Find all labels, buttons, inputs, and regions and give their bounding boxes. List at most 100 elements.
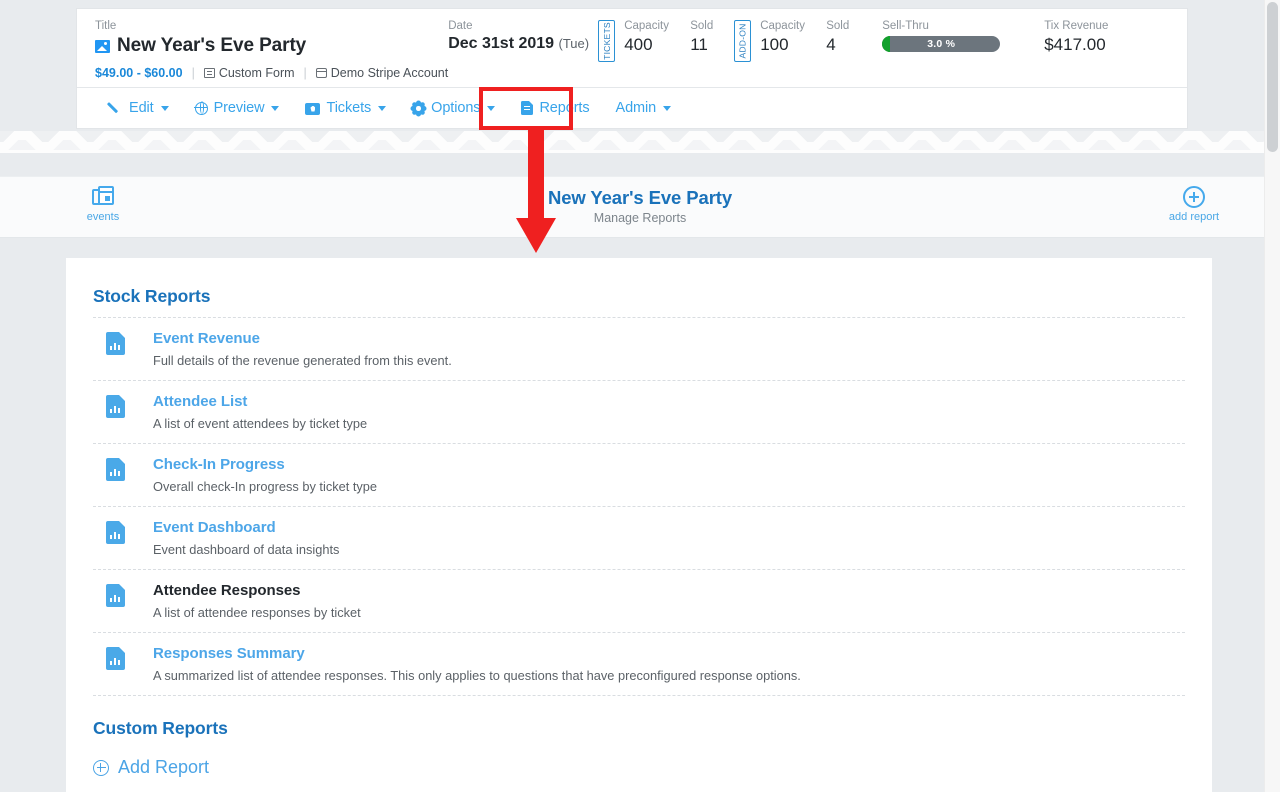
tickets-sold-label: Sold bbox=[690, 20, 714, 32]
list-item[interactable]: Event Revenue Full details of the revenu… bbox=[93, 318, 1185, 380]
menu-item-tickets-label: Tickets bbox=[326, 100, 372, 116]
report-name[interactable]: Event Dashboard bbox=[153, 519, 276, 536]
report-document-icon bbox=[106, 395, 125, 418]
report-document-icon bbox=[106, 458, 125, 481]
add-report-link[interactable]: Add Report bbox=[93, 757, 209, 778]
list-item[interactable]: Attendee Responses A list of attendee re… bbox=[93, 570, 1185, 632]
torn-paper-separator bbox=[0, 131, 1280, 153]
event-summary-row: Title New Year's Eve Party $49.00 - $60.… bbox=[77, 9, 1187, 87]
tickets-capacity-value: 400 bbox=[624, 35, 653, 54]
date-field-label: Date bbox=[448, 20, 473, 32]
event-nav-menu: Edit Preview Tickets Options Reports Adm… bbox=[77, 87, 1187, 128]
custom-form-link[interactable]: Custom Form bbox=[203, 66, 295, 80]
addon-sold-stat: Sold 4 bbox=[826, 19, 860, 55]
menu-item-options[interactable]: Options bbox=[399, 95, 508, 121]
tickets-tag: TICKETS bbox=[598, 20, 616, 62]
add-report-link-label: Add Report bbox=[118, 757, 210, 777]
report-name[interactable]: Attendee List bbox=[153, 393, 247, 410]
report-text: Attendee List A list of event attendees … bbox=[153, 393, 1185, 431]
menu-item-preview[interactable]: Preview bbox=[182, 95, 293, 121]
event-summary-card: Title New Year's Eve Party $49.00 - $60.… bbox=[76, 8, 1188, 129]
sell-thru-block: Sell-Thru 3.0 % bbox=[882, 19, 1022, 52]
divider: | bbox=[303, 66, 307, 80]
payment-account-link[interactable]: Demo Stripe Account bbox=[315, 66, 448, 80]
tickets-sold-value: 11 bbox=[690, 35, 708, 54]
chevron-down-icon bbox=[663, 105, 672, 111]
event-title: New Year's Eve Party bbox=[117, 35, 307, 56]
report-description: Full details of the revenue generated fr… bbox=[153, 353, 452, 368]
report-document-icon bbox=[106, 647, 125, 670]
report-text: Event Revenue Full details of the revenu… bbox=[153, 330, 1185, 368]
tickets-capacity-label: Capacity bbox=[624, 20, 669, 32]
list-item[interactable]: Check-In Progress Overall check-In progr… bbox=[93, 444, 1185, 506]
event-title-row: New Year's Eve Party bbox=[95, 35, 448, 57]
report-description: A summarized list of attendee responses.… bbox=[153, 668, 801, 683]
sell-thru-progress-bar: 3.0 % bbox=[882, 36, 1001, 52]
menu-item-reports-label: Reports bbox=[539, 100, 590, 116]
menu-item-edit[interactable]: Edit bbox=[95, 95, 182, 121]
report-name[interactable]: Event Revenue bbox=[153, 330, 260, 347]
chevron-down-icon bbox=[378, 105, 387, 111]
list-item[interactable]: Event Dashboard Event dashboard of data … bbox=[93, 507, 1185, 569]
list-item[interactable]: Responses Summary A summarized list of a… bbox=[93, 633, 1185, 695]
report-name[interactable]: Check-In Progress bbox=[153, 456, 285, 473]
report-name[interactable]: Attendee Responses bbox=[153, 582, 301, 599]
report-document-icon bbox=[106, 332, 125, 355]
report-text: Responses Summary A summarized list of a… bbox=[153, 645, 1185, 683]
vertical-scrollbar[interactable] bbox=[1264, 0, 1280, 792]
title-field-label: Title bbox=[95, 20, 117, 32]
custom-reports-heading: Custom Reports bbox=[93, 718, 228, 738]
report-text: Check-In Progress Overall check-In progr… bbox=[153, 456, 1185, 494]
tickets-stats-group: TICKETS Capacity 400 Sold 11 bbox=[598, 19, 734, 62]
credit-card-icon bbox=[315, 68, 327, 78]
event-date-block: Date Dec 31st 2019 (Tue) bbox=[448, 19, 598, 53]
page-root: Title New Year's Eve Party $49.00 - $60.… bbox=[0, 0, 1280, 792]
stock-reports-heading: Stock Reports bbox=[93, 286, 211, 306]
form-icon bbox=[203, 68, 215, 78]
menu-item-options-label: Options bbox=[431, 100, 481, 116]
report-description: A list of event attendees by ticket type bbox=[153, 416, 368, 431]
sell-thru-percent: 3.0 % bbox=[927, 38, 956, 50]
report-description: Event dashboard of data insights bbox=[153, 542, 340, 557]
tix-revenue-label: Tix Revenue bbox=[1044, 20, 1109, 32]
addon-sold-label: Sold bbox=[826, 20, 850, 32]
menu-item-admin[interactable]: Admin bbox=[603, 95, 685, 121]
addon-tag: ADD-ON bbox=[734, 20, 752, 62]
addon-capacity-label: Capacity bbox=[760, 20, 805, 32]
menu-item-tickets[interactable]: Tickets bbox=[292, 95, 399, 121]
report-document-icon bbox=[106, 521, 125, 544]
plus-circle-icon bbox=[1183, 186, 1205, 208]
menu-item-reports[interactable]: Reports bbox=[508, 95, 602, 121]
addon-stats-group: ADD-ON Capacity 100 Sold 4 bbox=[734, 19, 870, 62]
chevron-down-icon bbox=[487, 105, 496, 111]
image-icon bbox=[95, 39, 110, 53]
menu-item-admin-label: Admin bbox=[615, 100, 657, 116]
list-item[interactable]: Attendee List A list of event attendees … bbox=[93, 381, 1185, 443]
event-title-block: Title New Year's Eve Party $49.00 - $60.… bbox=[95, 19, 448, 80]
event-day-of-week: (Tue) bbox=[558, 36, 590, 51]
sell-thru-fill bbox=[882, 36, 891, 52]
sell-thru-label: Sell-Thru bbox=[882, 20, 929, 32]
report-name[interactable]: Responses Summary bbox=[153, 645, 305, 662]
price-range[interactable]: $49.00 - $60.00 bbox=[95, 66, 183, 80]
report-description: A list of attendee responses by ticket bbox=[153, 605, 361, 620]
gear-icon bbox=[412, 102, 426, 115]
page-title: New Year's Eve Party bbox=[547, 187, 733, 208]
reports-page-header: events New Year's Eve Party Manage Repor… bbox=[0, 176, 1280, 238]
report-text: Event Dashboard Event dashboard of data … bbox=[153, 519, 1185, 557]
reports-content-card: Stock Reports Event Revenue Full details… bbox=[66, 258, 1212, 792]
menu-item-preview-label: Preview bbox=[213, 100, 265, 116]
report-description: Overall check-In progress by ticket type bbox=[153, 479, 378, 494]
report-document-icon bbox=[106, 584, 125, 607]
add-report-button[interactable]: add report bbox=[1164, 186, 1224, 223]
ticket-icon bbox=[305, 102, 321, 115]
plus-circle-icon bbox=[93, 759, 109, 776]
report-text: Attendee Responses A list of attendee re… bbox=[153, 582, 1185, 620]
chevron-down-icon bbox=[271, 105, 280, 111]
event-date: Dec 31st 2019 (Tue) bbox=[448, 35, 590, 52]
tix-revenue-value: $417.00 bbox=[1044, 35, 1106, 54]
addon-capacity-value: 100 bbox=[760, 35, 789, 54]
tickets-sold-stat: Sold 11 bbox=[690, 19, 724, 55]
menu-item-edit-label: Edit bbox=[129, 100, 154, 116]
scrollbar-thumb[interactable] bbox=[1267, 2, 1278, 152]
